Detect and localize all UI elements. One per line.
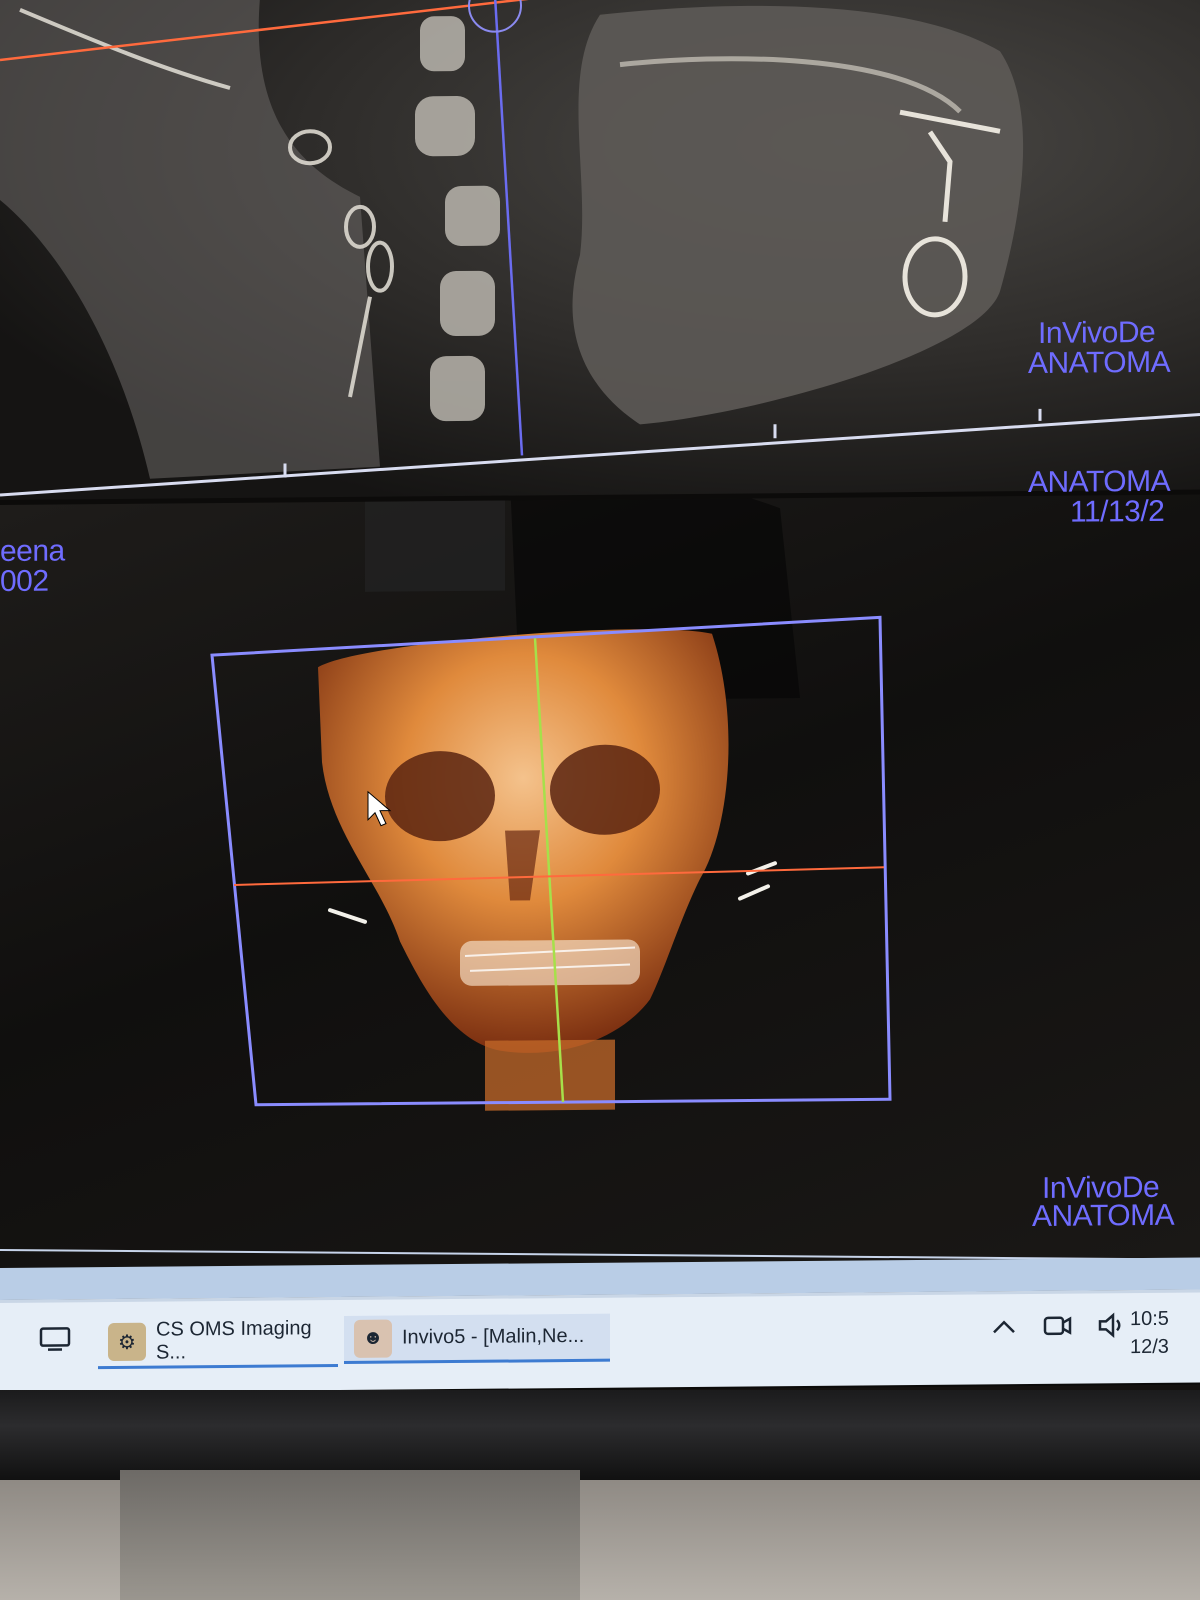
- patient-id-label: 002: [0, 564, 49, 598]
- cs-oms-app-icon: ⚙: [108, 1322, 146, 1362]
- camera-icon[interactable]: [1042, 1312, 1072, 1345]
- taskbar: ⚙ CS OMS Imaging S... ☻ Invivo5 - [Malin…: [0, 1289, 1200, 1393]
- sagittal-slice-viewport[interactable]: InVivoDe ANATOMA: [0, 0, 1200, 500]
- viewer-brand-label: InVivoDe: [1038, 315, 1156, 350]
- chevron-up-icon[interactable]: [990, 1316, 1018, 1341]
- viewer-anatomy-label: ANATOMA: [1028, 345, 1171, 381]
- taskbar-item-label: CS OMS Imaging S...: [156, 1317, 312, 1364]
- clock-date: 12/3: [1130, 1335, 1169, 1359]
- monitor-screen: InVivoDe ANATOMA ANATOMA 11/13/2 eena 00…: [0, 0, 1200, 1396]
- system-tray: [990, 1311, 1128, 1345]
- study-date-label: 11/13/2: [1070, 494, 1165, 529]
- taskbar-item-cs-oms[interactable]: ⚙ CS OMS Imaging S...: [98, 1316, 338, 1370]
- monitor-bezel: [0, 1390, 1200, 1480]
- patient-name-label: eena: [0, 534, 65, 568]
- taskbar-clock[interactable]: 10:5 12/3: [1130, 1305, 1180, 1361]
- sagittal-slice-image: [0, 0, 1200, 497]
- viewer-anatomy-label-bottom: ANATOMA: [1032, 1198, 1175, 1233]
- display-icon: [38, 1325, 72, 1359]
- taskbar-item-label: Invivo5 - [Malin,Ne...: [402, 1324, 585, 1349]
- volume-render-image: [0, 471, 1200, 1261]
- study-anatomy-label: ANATOMA: [1028, 464, 1171, 500]
- volume-render-viewport[interactable]: ANATOMA 11/13/2 eena 002 InVivoDe ANATOM…: [0, 465, 1200, 1275]
- volume-icon[interactable]: [1096, 1311, 1128, 1344]
- clock-time: 10:5: [1130, 1307, 1169, 1331]
- invivo-app-icon: ☻: [354, 1319, 392, 1358]
- task-view-button[interactable]: [28, 1318, 84, 1366]
- monitor-stand: [120, 1470, 580, 1600]
- taskbar-item-invivo[interactable]: ☻ Invivo5 - [Malin,Ne...: [344, 1313, 610, 1364]
